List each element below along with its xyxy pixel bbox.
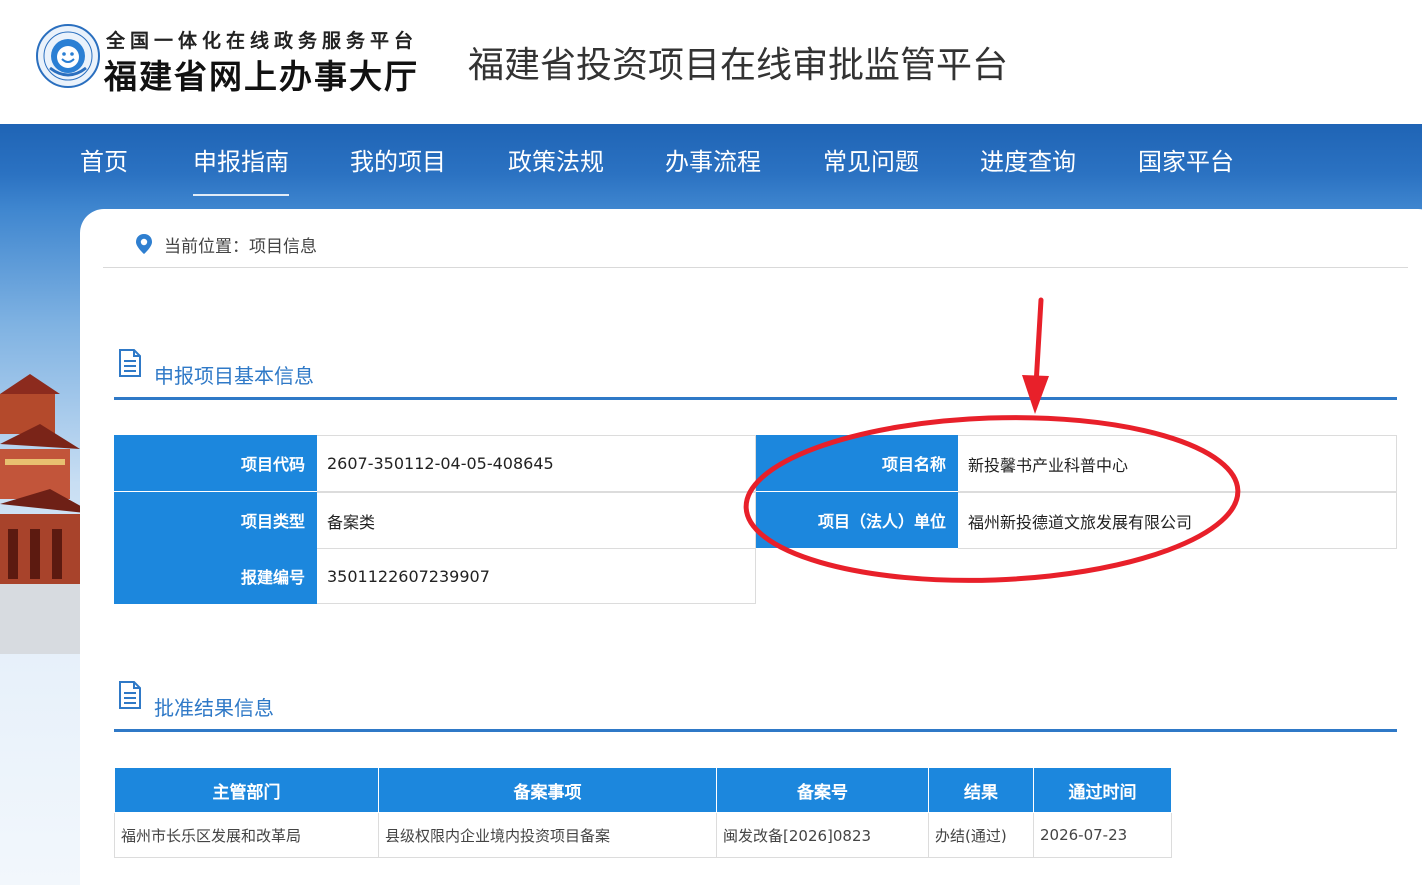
project-code-value: 2607-350112-04-05-408645 bbox=[317, 435, 756, 492]
cell-filing-item: 县级权限内企业境内投资项目备案 bbox=[378, 812, 717, 858]
table-header-row: 主管部门 备案事项 备案号 结果 通过时间 bbox=[114, 767, 1172, 813]
nav-process[interactable]: 办事流程 bbox=[665, 142, 761, 177]
site-header: 全国一体化在线政务服务平台 福建省网上办事大厅 福建省投资项目在线审批监管平台 bbox=[0, 0, 1422, 124]
breadcrumb: 当前位置：项目信息 bbox=[134, 232, 317, 257]
cell-result: 办结(通过) bbox=[928, 812, 1034, 858]
project-type-label: 项目类型 bbox=[114, 492, 317, 549]
build-number-label: 报建编号 bbox=[114, 548, 317, 604]
document-icon bbox=[119, 681, 141, 709]
project-name-value: 新投馨书产业科普中心 bbox=[958, 435, 1397, 492]
col-filing-item: 备案事项 bbox=[378, 767, 717, 813]
approval-title: 批准结果信息 bbox=[154, 696, 274, 720]
project-unit-label: 项目（法人）单位 bbox=[756, 492, 958, 549]
approval-table: 主管部门 备案事项 备案号 结果 通过时间 福州市长乐区发展和改革局 县级权限内… bbox=[114, 767, 1172, 858]
breadcrumb-divider bbox=[103, 267, 1408, 268]
col-filing-number: 备案号 bbox=[716, 767, 929, 813]
logo-subtitle: 全国一体化在线政务服务平台 bbox=[106, 30, 419, 52]
emblem-logo-icon bbox=[36, 24, 100, 88]
main-nav: 首页 申报指南 我的项目 政策法规 办事流程 常见问题 进度查询 国家平台 bbox=[0, 124, 1422, 196]
breadcrumb-text: 当前位置：项目信息 bbox=[164, 236, 317, 257]
nav-national-platform[interactable]: 国家平台 bbox=[1138, 142, 1234, 177]
table-row: 福州市长乐区发展和改革局 县级权限内企业境内投资项目备案 闽发改备[2026]0… bbox=[114, 812, 1172, 858]
project-unit-value: 福州新投德道文旅发展有限公司 bbox=[958, 492, 1397, 549]
nav-guide[interactable]: 申报指南 bbox=[193, 142, 289, 196]
nav-faq[interactable]: 常见问题 bbox=[823, 142, 919, 177]
cell-pass-time: 2026-07-23 bbox=[1033, 812, 1172, 858]
col-department: 主管部门 bbox=[114, 767, 379, 813]
nav-policy[interactable]: 政策法规 bbox=[508, 142, 604, 177]
col-result: 结果 bbox=[928, 767, 1034, 813]
basic-info-section-header: 申报项目基本信息 bbox=[114, 348, 1397, 400]
cell-department: 福州市长乐区发展和改革局 bbox=[114, 812, 379, 858]
location-pin-icon bbox=[136, 234, 152, 254]
project-name-label: 项目名称 bbox=[756, 435, 958, 492]
cell-filing-number: 闽发改备[2026]0823 bbox=[716, 812, 929, 858]
approval-section-header: 批准结果信息 bbox=[114, 680, 1397, 732]
nav-my-projects[interactable]: 我的项目 bbox=[350, 142, 446, 177]
project-type-value: 备案类 bbox=[317, 492, 756, 549]
logo-title: 福建省网上办事大厅 bbox=[104, 57, 419, 96]
col-pass-time: 通过时间 bbox=[1033, 767, 1172, 813]
site-title: 福建省投资项目在线审批监管平台 bbox=[468, 45, 1009, 86]
nav-progress[interactable]: 进度查询 bbox=[980, 142, 1076, 177]
basic-info-title: 申报项目基本信息 bbox=[154, 364, 314, 388]
nav-home[interactable]: 首页 bbox=[80, 142, 128, 177]
build-number-value: 3501122607239907 bbox=[317, 548, 756, 604]
document-icon bbox=[119, 349, 141, 377]
project-code-label: 项目代码 bbox=[114, 435, 317, 492]
